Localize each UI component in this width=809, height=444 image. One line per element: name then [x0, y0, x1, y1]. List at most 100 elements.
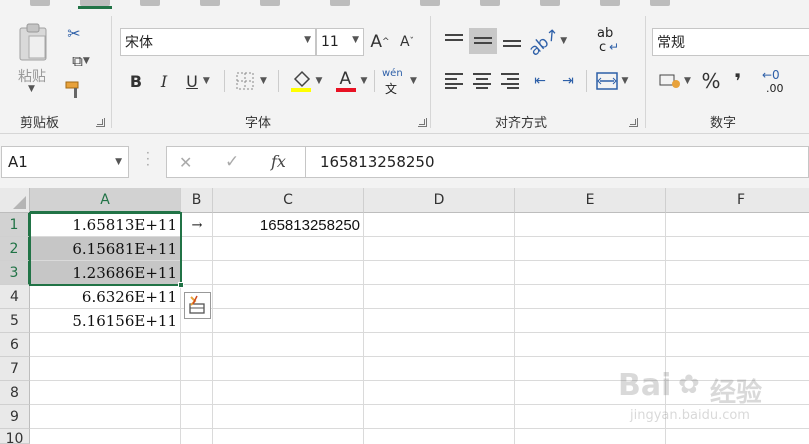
wrap-arrow-icon: ↵: [609, 40, 620, 54]
tab-review[interactable]: [480, 0, 500, 6]
fill-color-button[interactable]: ▼: [284, 68, 328, 94]
merge-center-button[interactable]: ▼: [591, 68, 633, 94]
cell-a5[interactable]: 5.16156E+11: [30, 309, 181, 333]
quick-analysis-button[interactable]: [184, 292, 211, 319]
cell-value: 6.6326E+11: [81, 288, 177, 306]
tab-insert[interactable]: [140, 0, 160, 6]
tab-developer[interactable]: [600, 0, 620, 6]
font-name-select[interactable]: 宋体 ▼: [120, 28, 316, 56]
column-header-e[interactable]: E: [515, 188, 666, 213]
underline-dropdown-icon[interactable]: ▼: [203, 76, 210, 86]
watermark-url: jingyan.baidu.com: [630, 408, 750, 423]
decrease-indent-button[interactable]: ⇤: [527, 68, 553, 94]
phonetic-top-label: wén: [382, 68, 403, 79]
shrink-font-icon: A: [399, 34, 410, 50]
name-box[interactable]: A1 ▼: [1, 146, 129, 178]
comma-icon: ❜: [734, 69, 742, 93]
number-format-select[interactable]: 常规: [652, 28, 809, 56]
enter-icon[interactable]: ✓: [225, 152, 239, 172]
formula-bar-grip-icon[interactable]: · · ·: [146, 147, 150, 172]
paint-bucket-icon: [290, 70, 311, 92]
paste-dropdown-icon[interactable]: ▼: [28, 84, 35, 94]
copy-button[interactable]: ⧉ ▼: [62, 50, 100, 72]
fill-handle[interactable]: [178, 282, 184, 288]
align-left-button[interactable]: [441, 68, 467, 94]
row-header-6[interactable]: 6: [0, 333, 30, 357]
underline-button[interactable]: U ▼: [178, 68, 218, 94]
tab-file[interactable]: [30, 0, 50, 6]
chevron-down-icon: ▼: [352, 35, 359, 45]
font-color-button[interactable]: A ▼: [330, 68, 372, 94]
cell-c1[interactable]: 165813258250: [213, 213, 364, 237]
tab-help[interactable]: [650, 0, 670, 6]
row-header-label: 1: [9, 216, 19, 233]
middle-align-button[interactable]: [469, 28, 497, 54]
select-all-corner[interactable]: [0, 188, 30, 213]
tab-data[interactable]: [420, 0, 440, 6]
row-header-4[interactable]: 4: [0, 285, 30, 309]
gridline: [30, 428, 809, 429]
accounting-dropdown-icon[interactable]: ▼: [684, 76, 691, 86]
row-header-5[interactable]: 5: [0, 309, 30, 333]
align-center-button[interactable]: [469, 68, 495, 94]
grow-font-button[interactable]: A ^: [368, 28, 392, 56]
formula-input[interactable]: 165813258250: [306, 146, 809, 178]
alignment-launcher-icon[interactable]: [629, 118, 638, 127]
cell-a4[interactable]: 6.6326E+11: [30, 285, 181, 309]
insert-function-icon[interactable]: fx: [271, 152, 286, 171]
align-right-button[interactable]: [497, 68, 523, 94]
increase-decimal-button[interactable]: ←0 .00: [760, 68, 800, 96]
shrink-font-button[interactable]: Aˇ: [395, 28, 419, 56]
increase-indent-button[interactable]: ⇥: [555, 68, 581, 94]
row-header-label: 3: [9, 264, 19, 281]
column-header-b[interactable]: B: [181, 188, 213, 213]
quick-analysis-icon: [189, 295, 205, 314]
borders-button[interactable]: ▼: [230, 68, 272, 94]
cancel-icon[interactable]: ✕: [179, 153, 192, 172]
tab-view[interactable]: [540, 0, 560, 6]
merge-cells-icon: [595, 72, 618, 90]
tab-draw[interactable]: [200, 0, 220, 6]
phonetic-dropdown-icon[interactable]: ▼: [410, 76, 417, 86]
phonetic-guide-button[interactable]: wén 文 ▼: [378, 66, 424, 96]
row-header-7[interactable]: 7: [0, 357, 30, 381]
font-size-select[interactable]: 11 ▼: [316, 28, 364, 56]
arrow-right-icon: →: [191, 217, 203, 233]
cell-value: 5.16156E+11: [72, 312, 177, 330]
font-launcher-icon[interactable]: [418, 118, 427, 127]
top-align-button[interactable]: [441, 28, 467, 54]
row-header-2[interactable]: 2: [0, 237, 30, 261]
paste-button[interactable]: 粘贴 ▼: [10, 22, 56, 94]
row-header-9[interactable]: 9: [0, 405, 30, 429]
formula-content: 165813258250: [320, 153, 435, 171]
column-header-c[interactable]: C: [213, 188, 364, 213]
fill-color-dropdown-icon[interactable]: ▼: [316, 76, 323, 86]
row-header-1[interactable]: 1: [0, 213, 30, 237]
chevron-down-icon[interactable]: ▼: [115, 157, 122, 167]
row-header-10[interactable]: 10: [0, 429, 30, 444]
bottom-align-button[interactable]: [499, 28, 525, 54]
accounting-format-button[interactable]: ▼: [654, 68, 696, 94]
wrap-text-button[interactable]: ab c ↵: [595, 24, 623, 58]
column-header-d[interactable]: D: [364, 188, 515, 213]
format-painter-button[interactable]: [62, 78, 86, 102]
merge-dropdown-icon[interactable]: ▼: [622, 76, 629, 86]
comma-style-button[interactable]: ❜: [726, 68, 750, 94]
clipboard-launcher-icon[interactable]: [96, 118, 105, 127]
row-header-3[interactable]: 3: [0, 261, 30, 285]
row-header-8[interactable]: 8: [0, 381, 30, 405]
font-color-dropdown-icon[interactable]: ▼: [361, 76, 368, 86]
wrap-text-bottom-label: c: [599, 40, 607, 55]
bold-button[interactable]: B: [124, 68, 148, 94]
tab-layout[interactable]: [260, 0, 280, 6]
percent-style-button[interactable]: %: [698, 68, 724, 94]
cut-button[interactable]: ✂: [62, 22, 86, 44]
tab-formulas[interactable]: [330, 0, 350, 6]
borders-dropdown-icon[interactable]: ▼: [260, 76, 267, 86]
column-header-a[interactable]: A: [30, 188, 181, 213]
column-header-f[interactable]: F: [666, 188, 809, 213]
copy-dropdown-icon[interactable]: ▼: [83, 56, 90, 66]
italic-button[interactable]: I: [152, 68, 176, 94]
orientation-button[interactable]: ab↗ ▼: [525, 23, 567, 59]
cell-b1[interactable]: →: [181, 213, 213, 237]
